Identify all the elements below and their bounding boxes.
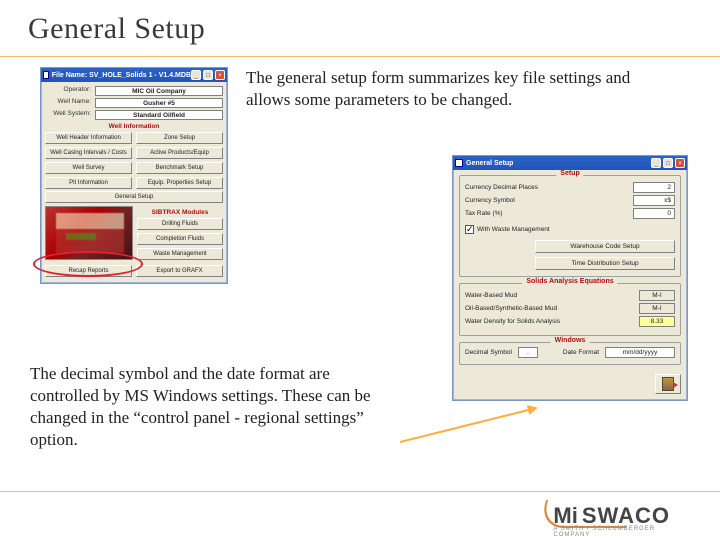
exit-button[interactable]	[655, 374, 681, 394]
titlebar: General Setup _ □ ×	[453, 156, 687, 170]
logo: Mi SWACO A SMITH / SCHLUMBERGER COMPANY	[553, 498, 670, 534]
export-grafx-button[interactable]: Export to GRAFX	[136, 265, 223, 277]
callout-arrow	[400, 407, 536, 443]
rig-photo	[45, 206, 133, 260]
wellname-field[interactable]: Gusher #5	[95, 98, 223, 108]
pit-info-button[interactable]: Pit Information	[45, 177, 132, 189]
decimal-symbol-field: .	[518, 347, 538, 358]
exit-icon	[662, 377, 674, 391]
waste-mgmt-button[interactable]: Waste Management	[137, 248, 223, 260]
date-format-field: mm/dd/yyyy	[605, 347, 675, 358]
equip-props-button[interactable]: Equip. Properties Setup	[136, 177, 223, 189]
waste-mgmt-checkbox[interactable]: With Waste Management	[465, 225, 550, 234]
benchmark-button[interactable]: Benchmark Setup	[136, 162, 223, 174]
minimize-button[interactable]: _	[191, 70, 201, 80]
close-button[interactable]: ×	[215, 70, 225, 80]
section-sibtrax: SIBTRAX Modules	[137, 209, 223, 216]
wellsys-field[interactable]: Standard Oilfield	[95, 110, 223, 120]
water-density-label: Water Density for Solids Analysis	[465, 318, 639, 325]
slide-title: General Setup	[0, 0, 720, 56]
wellsys-label: Well System:	[45, 110, 95, 120]
decimal-symbol-label: Decimal Symbol	[465, 349, 512, 356]
window-title: General Setup	[466, 160, 513, 167]
currency-symbol-field[interactable]: x$	[633, 195, 675, 206]
currency-symbol-label: Currency Symbol	[465, 197, 629, 204]
window-title: File Name: SV_HOLE_Solids 1 - V1.4.MDB	[52, 72, 191, 79]
decimal-places-label: Currency Decimal Places	[465, 184, 629, 191]
operator-label: Operator:	[45, 86, 95, 96]
well-header-button[interactable]: Well Header Information	[45, 132, 132, 144]
divider-bottom	[0, 491, 720, 492]
water-density-field[interactable]: 8.33	[639, 316, 675, 327]
minimize-button[interactable]: _	[651, 158, 661, 168]
maximize-button[interactable]: □	[663, 158, 673, 168]
close-button[interactable]: ×	[675, 158, 685, 168]
decimal-places-field[interactable]: 2	[633, 182, 675, 193]
time-dist-button[interactable]: Time Distribution Setup	[535, 257, 675, 270]
zone-setup-button[interactable]: Zone Setup	[136, 132, 223, 144]
solids-group: Solids Analysis Equations Water-Based Mu…	[459, 283, 681, 336]
section-well-info: Well Information	[45, 123, 223, 130]
completion-fluids-button[interactable]: Completion Fluids	[137, 233, 223, 245]
tax-rate-label: Tax Rate (%)	[465, 210, 629, 217]
description-1: The general setup form summarizes key fi…	[246, 67, 658, 111]
general-setup-button[interactable]: General Setup	[45, 191, 223, 203]
windows-group: Windows Decimal Symbol . Date Format mm/…	[459, 342, 681, 365]
drilling-fluids-button[interactable]: Drilling Fluids	[137, 218, 223, 230]
active-products-button[interactable]: Active Products/Equip	[136, 147, 223, 159]
solids-legend: Solids Analysis Equations	[522, 278, 617, 285]
tax-rate-field[interactable]: 0	[633, 208, 675, 219]
divider-top	[0, 56, 720, 57]
app-icon	[455, 159, 463, 167]
setup-legend: Setup	[556, 170, 583, 177]
description-2: The decimal symbol and the date format a…	[30, 363, 400, 451]
app-icon	[43, 71, 49, 79]
titlebar: File Name: SV_HOLE_Solids 1 - V1.4.MDB _…	[41, 68, 227, 82]
well-survey-button[interactable]: Well Survey	[45, 162, 132, 174]
wellname-label: Well Name:	[45, 98, 95, 108]
window-file-main: File Name: SV_HOLE_Solids 1 - V1.4.MDB _…	[40, 67, 228, 284]
setup-group: Setup Currency Decimal Places2 Currency …	[459, 175, 681, 277]
warehouse-code-button[interactable]: Warehouse Code Setup	[535, 240, 675, 253]
wbm-label: Water-Based Mud	[465, 292, 639, 299]
recap-reports-button[interactable]: Recap Reports	[45, 265, 132, 277]
operator-field[interactable]: MIC Oil Company	[95, 86, 223, 96]
waste-mgmt-label: With Waste Management	[477, 226, 550, 233]
maximize-button[interactable]: □	[203, 70, 213, 80]
date-format-label: Date Format	[563, 349, 599, 356]
obm-field[interactable]: M-I	[639, 303, 675, 314]
checkbox-icon	[465, 225, 474, 234]
casing-button[interactable]: Well Casing Intervals / Costs	[45, 147, 132, 159]
obm-label: Oil-Based/Synthetic-Based Mud	[465, 305, 639, 312]
windows-legend: Windows	[551, 337, 590, 344]
wbm-field[interactable]: M-I	[639, 290, 675, 301]
window-general-setup: General Setup _ □ × Setup Currency Decim…	[452, 155, 688, 401]
logo-sub: A SMITH / SCHLUMBERGER COMPANY	[553, 526, 670, 538]
